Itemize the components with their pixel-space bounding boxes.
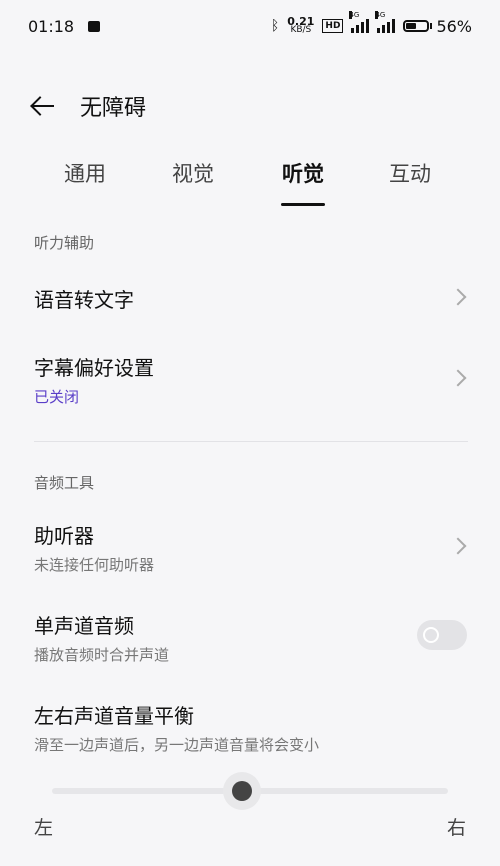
balance-right-label: 右 [447,817,467,839]
caption-preferences-status: 已关闭 [34,388,80,406]
status-time: 01:18 [28,16,75,36]
balance-left-label: 左 [34,817,54,839]
section-label-audio-tools: 音频工具 [34,474,95,492]
page-header: 无障碍 [30,90,146,122]
status-right: ᛒ 0.21 KB/S HD 4G 4G 56% [270,11,472,36]
network-speed-unit: KB/S [290,25,312,35]
message-notification-icon [88,20,101,32]
chevron-right-icon [449,369,467,387]
caption-preferences-title: 字幕偏好设置 [34,356,154,380]
back-arrow-icon[interactable] [30,96,56,116]
balance-slider-thumb[interactable] [232,781,252,801]
chevron-right-icon [449,288,467,306]
hearing-aid-subtitle: 未连接任何助听器 [34,556,155,574]
chevron-right-icon [449,537,467,555]
status-left: 01:18 [28,16,101,36]
network-speed: 0.21 KB/S [287,16,314,35]
mono-audio-toggle[interactable] [417,620,467,650]
section-label-hearing-assist: 听力辅助 [34,234,95,252]
signal-icon-1: 4G [349,11,370,33]
bluetooth-icon: ᛒ [270,18,280,34]
mono-audio-title: 单声道音频 [34,614,134,638]
signal-2-tag: 4G [375,11,386,19]
battery-cap [430,23,433,29]
section-divider [34,441,468,442]
battery-icon [403,20,430,32]
speech-to-text-title: 语音转文字 [34,288,134,312]
battery-percent: 56% [436,16,472,36]
toggle-knob [423,627,439,643]
active-tab-indicator [281,203,325,206]
signal-icon-2: 4G [375,11,396,33]
tab-interaction[interactable]: 互动 [389,158,431,188]
tab-bar: 通用 视觉 听觉 互动 [0,158,500,208]
hearing-aid-title: 助听器 [34,524,94,548]
mono-audio-subtitle: 播放音频时合并声道 [34,646,170,664]
battery-indicator: 56% [403,17,472,36]
status-bar: 01:18 ᛒ 0.21 KB/S HD 4G 4G 56% [0,0,500,52]
tab-hearing[interactable]: 听觉 [282,158,324,188]
tab-general[interactable]: 通用 [64,158,106,188]
balance-subtitle: 滑至一边声道后，另一边声道音量将会变小 [34,736,320,754]
signal-1-tag: 4G [349,11,360,19]
battery-fill [406,23,417,29]
hd-voice-icon: HD [322,19,344,33]
tab-vision[interactable]: 视觉 [172,158,214,188]
balance-title: 左右声道音量平衡 [34,704,194,728]
page-title: 无障碍 [80,96,147,121]
